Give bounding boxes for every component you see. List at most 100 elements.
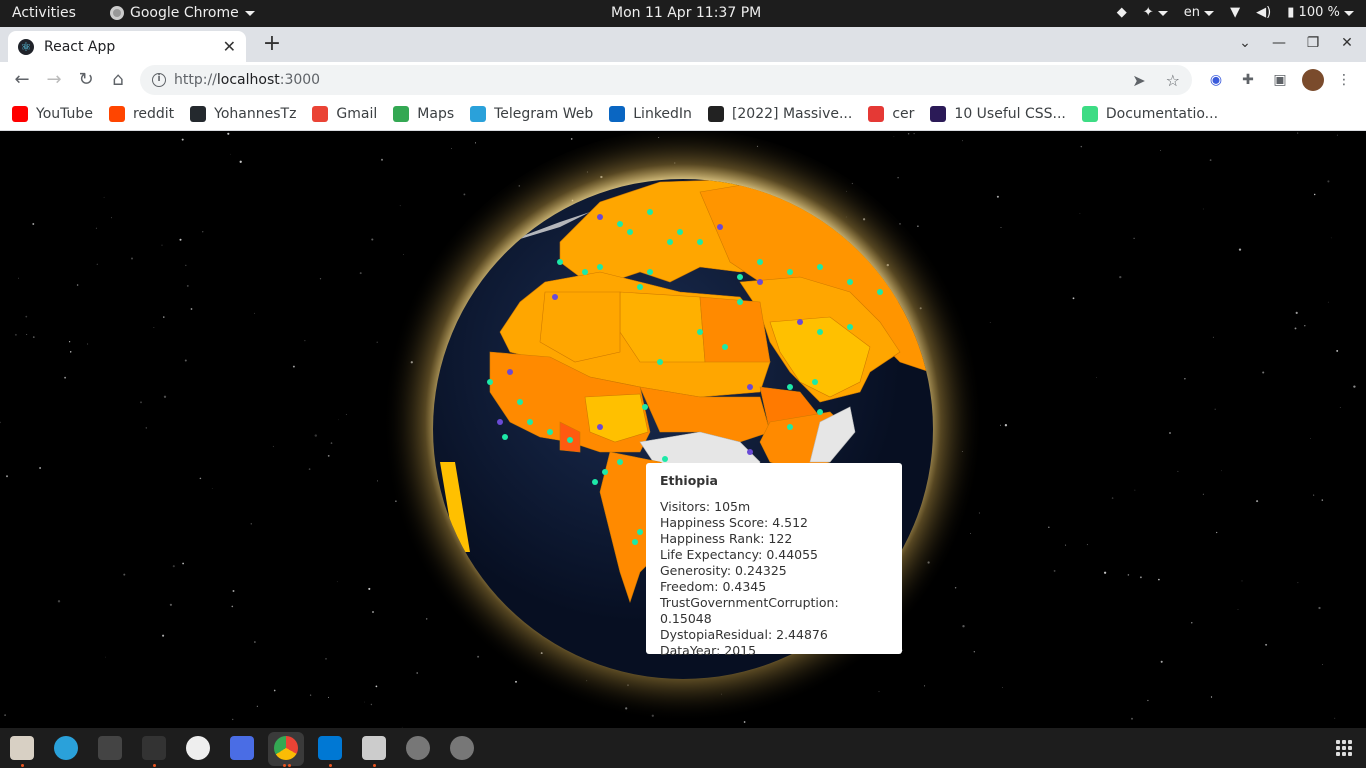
country-libya[interactable] — [619, 291, 706, 363]
bookmark-linkedin[interactable]: LinkedIn — [609, 106, 692, 122]
visitor-point[interactable] — [502, 434, 508, 440]
visitor-point[interactable] — [592, 479, 598, 485]
visitor-point[interactable] — [632, 539, 638, 545]
extensions-puzzle-icon[interactable]: ✚ — [1238, 70, 1258, 90]
visitor-point[interactable] — [637, 529, 643, 535]
bookmark-gmail[interactable]: Gmail — [312, 106, 377, 122]
bookmark-2022-massive[interactable]: [2022] Massive... — [707, 106, 852, 122]
send-icon[interactable]: ➤ — [1132, 71, 1145, 90]
visitor-point[interactable] — [817, 264, 823, 270]
visitor-point[interactable] — [847, 279, 853, 285]
visitor-point[interactable] — [667, 239, 673, 245]
visitor-point[interactable] — [657, 359, 663, 365]
visitor-point[interactable] — [497, 419, 503, 425]
home-icon[interactable]: ⌂ — [106, 68, 130, 92]
profile-avatar[interactable] — [1302, 69, 1324, 91]
battery-indicator[interactable]: ▮ 100 % — [1287, 5, 1354, 20]
address-bar[interactable]: i http://localhost:3000 ➤ ☆ — [140, 65, 1192, 95]
close-tab-icon[interactable]: ✕ — [223, 37, 236, 56]
clock[interactable]: Mon 11 Apr 11:37 PM — [611, 5, 761, 21]
reload-icon[interactable]: ↻ — [74, 68, 98, 92]
bookmark-telegram-web[interactable]: Telegram Web — [470, 106, 593, 122]
visitor-point[interactable] — [517, 399, 523, 405]
visitor-point[interactable] — [487, 379, 493, 385]
visitor-point[interactable] — [662, 456, 668, 462]
vscode-icon[interactable] — [318, 736, 342, 760]
bookmark-cer[interactable]: cer — [868, 106, 914, 122]
visitor-point[interactable] — [597, 214, 603, 220]
back-icon[interactable]: ← — [10, 68, 34, 92]
visitor-point[interactable] — [817, 329, 823, 335]
visitor-point[interactable] — [557, 259, 563, 265]
more-menu-icon[interactable]: ⋮ — [1334, 70, 1354, 90]
visitor-point[interactable] — [817, 409, 823, 415]
app-menu[interactable]: Google Chrome — [110, 5, 255, 21]
activities-button[interactable]: Activities — [12, 5, 76, 21]
visitor-point[interactable] — [617, 221, 623, 227]
visitor-point[interactable] — [642, 404, 648, 410]
accessibility-icon[interactable]: ✦ — [1143, 5, 1168, 20]
bookmark-yohannestz[interactable]: YohannesTz — [190, 106, 296, 122]
chrome-dock-icon[interactable] — [274, 736, 298, 760]
disk-2-icon[interactable] — [450, 736, 474, 760]
screen-capture-extension-icon[interactable]: ◉ — [1206, 70, 1226, 90]
visitor-point[interactable] — [722, 344, 728, 350]
bookmark-maps[interactable]: Maps — [393, 106, 454, 122]
site-info-icon[interactable]: i — [152, 73, 166, 87]
bookmark-10-useful-css[interactable]: 10 Useful CSS... — [930, 106, 1066, 122]
visitor-point[interactable] — [547, 429, 553, 435]
visitor-point[interactable] — [627, 229, 633, 235]
visitor-point[interactable] — [527, 419, 533, 425]
visitor-point[interactable] — [717, 224, 723, 230]
bookmark-star-icon[interactable]: ☆ — [1166, 71, 1180, 90]
tab-search-icon[interactable]: ⌄ — [1228, 35, 1262, 51]
visitor-point[interactable] — [747, 449, 753, 455]
close-window-icon[interactable]: ✕ — [1330, 35, 1364, 51]
visitor-point[interactable] — [697, 239, 703, 245]
forward-icon[interactable]: → — [42, 68, 66, 92]
visitor-point[interactable] — [507, 369, 513, 375]
visitor-point[interactable] — [597, 424, 603, 430]
visitor-point[interactable] — [567, 437, 573, 443]
visitor-point[interactable] — [552, 294, 558, 300]
visitor-point[interactable] — [617, 459, 623, 465]
dropbox-icon[interactable]: ◆ — [1117, 5, 1127, 20]
new-tab-button[interactable]: + — [260, 31, 284, 56]
telegram-icon[interactable] — [54, 736, 78, 760]
visitor-point[interactable] — [847, 324, 853, 330]
visitor-point[interactable] — [647, 269, 653, 275]
visitor-point[interactable] — [757, 279, 763, 285]
image-viewer-icon[interactable] — [362, 736, 386, 760]
restore-icon[interactable]: ❐ — [1296, 35, 1330, 51]
visitor-point[interactable] — [677, 229, 683, 235]
volume-icon[interactable]: ◀) — [1256, 5, 1271, 20]
visitor-point[interactable] — [757, 259, 763, 265]
files-icon[interactable] — [10, 736, 34, 760]
visitor-point[interactable] — [737, 274, 743, 280]
language-indicator[interactable]: en — [1184, 5, 1215, 20]
visitor-point[interactable] — [747, 384, 753, 390]
software-icon[interactable] — [186, 736, 210, 760]
wifi-icon[interactable]: ▼ — [1230, 5, 1240, 20]
visitor-point[interactable] — [787, 269, 793, 275]
country-egypt[interactable] — [699, 296, 771, 363]
visitor-point[interactable] — [812, 379, 818, 385]
bookmark-reddit[interactable]: reddit — [108, 106, 174, 122]
visitor-point[interactable] — [797, 319, 803, 325]
system-tray[interactable]: ◆ ✦ en ▼ ◀) ▮ 100 % — [1117, 5, 1354, 20]
minimize-icon[interactable]: — — [1262, 35, 1296, 51]
tab-react-app[interactable]: ⚛ React App ✕ — [8, 31, 246, 62]
visitor-point[interactable] — [787, 384, 793, 390]
visitor-point[interactable] — [637, 284, 643, 290]
visitor-point[interactable] — [602, 469, 608, 475]
visitor-point[interactable] — [582, 269, 588, 275]
terminal-icon[interactable] — [142, 736, 166, 760]
show-apps-icon[interactable] — [1336, 740, 1352, 756]
visitor-point[interactable] — [597, 264, 603, 270]
visitor-point[interactable] — [697, 329, 703, 335]
screenshot-icon[interactable] — [230, 736, 254, 760]
system-monitor-icon[interactable] — [98, 736, 122, 760]
visitor-point[interactable] — [787, 424, 793, 430]
visitor-point[interactable] — [647, 209, 653, 215]
url-text[interactable]: http://localhost:3000 — [174, 72, 320, 88]
